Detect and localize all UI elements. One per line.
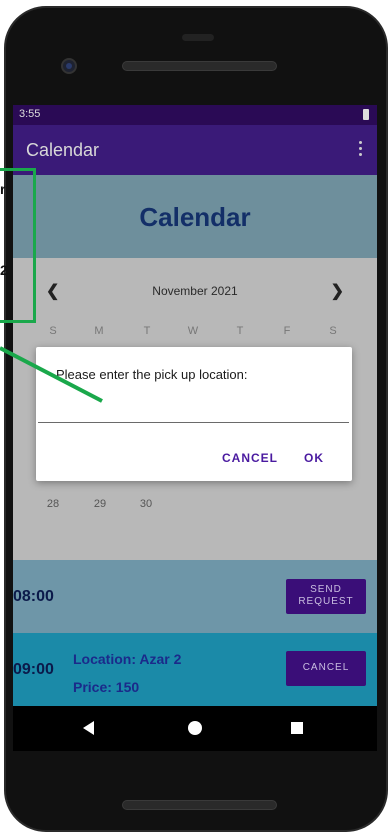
page-title: Calendar — [139, 202, 251, 232]
pickup-location-input[interactable] — [38, 417, 349, 423]
slot-location: Location: Azar 2 — [73, 651, 182, 667]
calendar-day[interactable]: 30 — [134, 498, 158, 510]
annotation-text-fragment: r — [0, 181, 6, 197]
month-navigation: ❮ November 2021 ❯ — [13, 280, 377, 304]
weekday-label: M — [94, 325, 104, 337]
bottom-speaker-grille — [122, 800, 277, 810]
status-time: 3:55 — [19, 108, 41, 120]
page-header: Calendar — [13, 175, 377, 258]
earpiece — [182, 34, 214, 41]
speaker-grille — [122, 61, 277, 71]
weekday-label: S — [49, 325, 57, 337]
app-bar: Calendar — [13, 125, 377, 175]
send-request-button[interactable]: SEND REQUEST — [286, 579, 366, 614]
front-camera — [61, 58, 77, 74]
weekday-label: T — [236, 325, 244, 337]
weekday-label: W — [187, 325, 199, 337]
weekday-label: S — [329, 325, 337, 337]
dialog-cancel-button[interactable]: CANCEL — [222, 451, 278, 465]
recents-icon[interactable] — [291, 722, 303, 734]
system-nav-bar — [13, 706, 377, 751]
weekday-label: T — [143, 325, 151, 337]
month-label: November 2021 — [152, 284, 238, 298]
calendar-day[interactable]: 28 — [41, 498, 65, 510]
slot-price: Price: 150 — [73, 679, 140, 695]
slot-time: 09:00 — [13, 661, 54, 678]
pickup-location-dialog: Please enter the pick up location: CANCE… — [36, 347, 352, 481]
dialog-message: Please enter the pick up location: — [56, 367, 248, 382]
time-slot-row: 09:00 Location: Azar 2 Price: 150 CANCEL — [13, 633, 377, 706]
annotation-text-fragment: 2 — [0, 262, 8, 278]
app-title: Calendar — [26, 140, 100, 160]
time-slot-row: 08:00 SEND REQUEST — [13, 560, 377, 633]
cancel-booking-button[interactable]: CANCEL — [286, 651, 366, 686]
dialog-ok-button[interactable]: OK — [304, 451, 324, 465]
slot-time: 08:00 — [13, 588, 54, 605]
status-bar: 3:55 — [13, 105, 377, 125]
overflow-menu-icon[interactable] — [359, 141, 363, 159]
calendar-day[interactable]: 29 — [88, 498, 112, 510]
back-icon[interactable] — [83, 721, 94, 735]
battery-icon — [363, 109, 369, 120]
home-icon[interactable] — [188, 721, 202, 735]
weekday-label: F — [283, 325, 291, 337]
next-month-icon[interactable]: ❯ — [331, 281, 344, 301]
